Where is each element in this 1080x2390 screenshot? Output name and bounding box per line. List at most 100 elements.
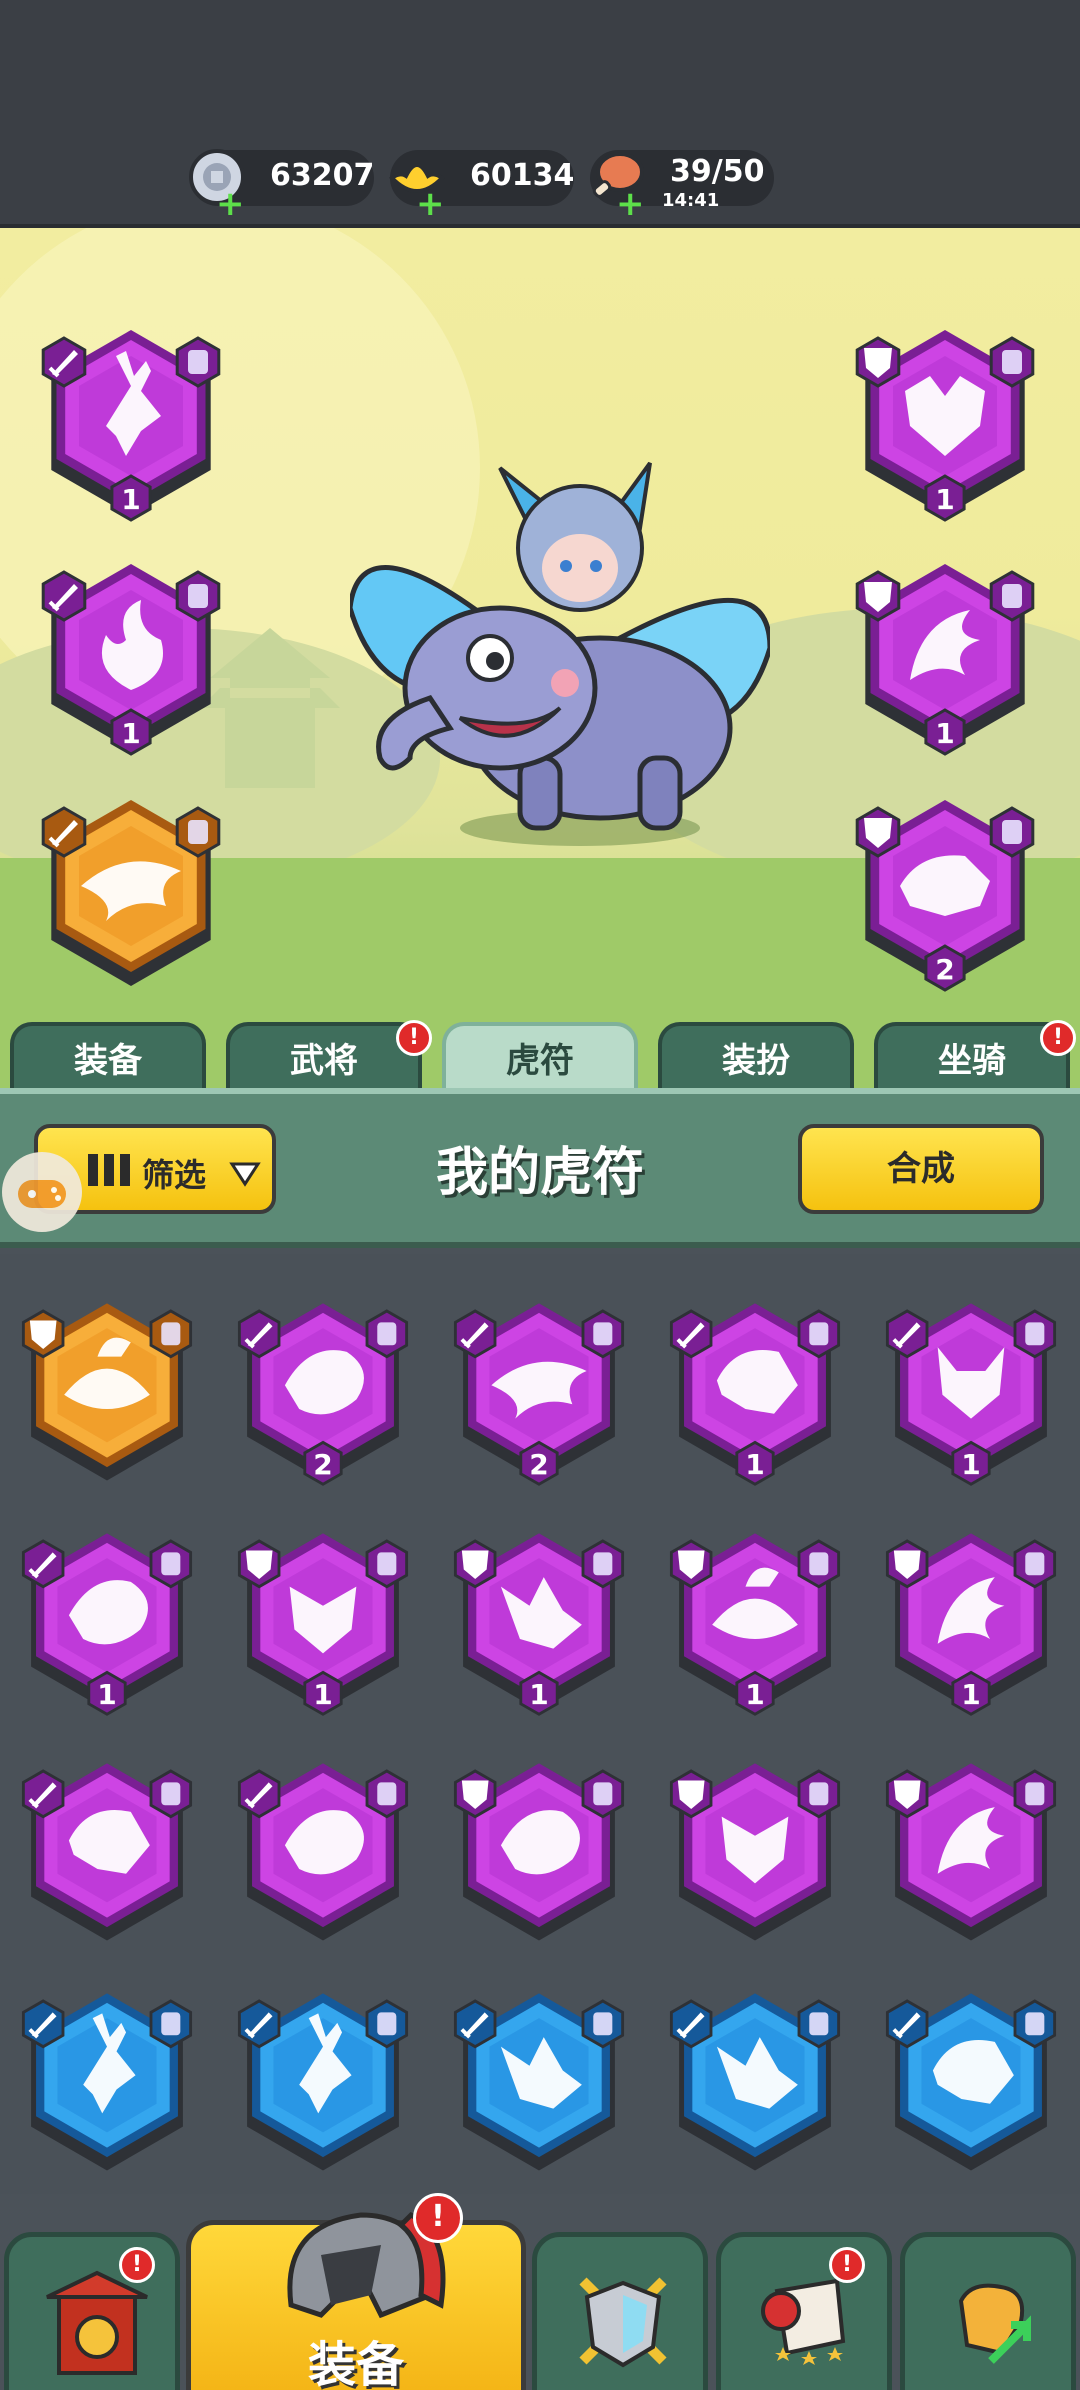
tally-item[interactable]: 1	[444, 1520, 634, 1720]
tally-inventory-grid: 2 2 1 1 1 1 1 1 1	[0, 1254, 1080, 2194]
tally-item[interactable]	[444, 1750, 634, 1950]
hero-on-mount-icon[interactable]	[350, 458, 770, 858]
stamina-value: 39/50	[670, 154, 765, 189]
tally-level: 2	[935, 953, 955, 986]
shield-icon	[453, 1539, 497, 1589]
tally-badge-whale-icon	[41, 800, 221, 986]
element-gem-icon	[1013, 1999, 1057, 2049]
tally-level: 2	[313, 1448, 333, 1481]
sword-icon	[453, 1999, 497, 2049]
tally-level: 1	[121, 483, 141, 516]
tally-item[interactable]	[876, 1750, 1066, 1950]
element-gem-icon	[365, 1999, 409, 2049]
tally-item[interactable]: 1	[12, 1520, 202, 1720]
tally-item[interactable]	[876, 1980, 1066, 2180]
tab-equipment[interactable]: 装备	[10, 1022, 206, 1094]
silver-value: 63207	[270, 158, 375, 193]
tally-item[interactable]	[228, 1750, 418, 1950]
nav-shop[interactable]: !	[4, 2232, 180, 2390]
sword-icon	[21, 1769, 65, 1819]
element-gem-icon	[1013, 1309, 1057, 1359]
tally-level: 1	[121, 717, 141, 750]
tally-item[interactable]: 1	[876, 1520, 1066, 1720]
compose-button[interactable]: 合成	[798, 1124, 1044, 1214]
tally-badge-phoenix-icon	[885, 1763, 1057, 1941]
sword-icon	[41, 336, 87, 388]
sword-icon	[21, 1999, 65, 2049]
tab-costume[interactable]: 装扮	[658, 1022, 854, 1094]
stamina-counter[interactable]: + 39/50 14:41	[590, 150, 774, 221]
notification-badge: !	[413, 2193, 463, 2243]
sword-icon	[885, 1309, 929, 1359]
sword-icon	[21, 1539, 65, 1589]
tab-label: 装扮	[722, 1041, 790, 1081]
tally-level: 1	[745, 1678, 765, 1711]
tally-item[interactable]: 1	[660, 1520, 850, 1720]
tally-badge-tiger-icon	[885, 1993, 1057, 2171]
nav-upgrade[interactable]	[900, 2232, 1076, 2390]
tally-level: 1	[935, 483, 955, 516]
tally-level: 1	[745, 1448, 765, 1481]
element-gem-icon	[1013, 1769, 1057, 1819]
tab-tiger-tally[interactable]: 虎符	[442, 1022, 638, 1094]
tally-item[interactable]: 2	[228, 1290, 418, 1490]
tally-item[interactable]	[12, 1290, 202, 1490]
tally-item[interactable]	[12, 1750, 202, 1950]
hero-stage: 11112 攻击 10653 生命 29025	[0, 228, 1080, 1088]
tally-level: 1	[935, 717, 955, 750]
element-gem-icon	[581, 1999, 625, 2049]
nav-equipment[interactable]: ! 装备	[186, 2193, 526, 2390]
add-stamina-icon[interactable]: +	[616, 187, 645, 221]
tab-label: 坐骑	[938, 1041, 1006, 1081]
tally-item[interactable]	[12, 1980, 202, 2180]
sword-icon	[669, 1999, 713, 2049]
tally-badge-mask-icon	[669, 1763, 841, 1941]
sword-icon	[41, 570, 87, 622]
tally-item[interactable]: 1	[228, 1520, 418, 1720]
notification-badge: !	[829, 2247, 865, 2283]
sword-icon	[237, 1999, 281, 2049]
equipped-tally-slot-right-3[interactable]: 2	[850, 786, 1040, 996]
tally-item[interactable]	[228, 1980, 418, 2180]
notification-badge: !	[1040, 1020, 1076, 1056]
tally-item[interactable]	[660, 1980, 850, 2180]
floating-gamepad-button[interactable]	[2, 1152, 82, 1232]
tally-item[interactable]	[660, 1750, 850, 1950]
notification-badge: !	[119, 2247, 155, 2283]
element-gem-icon	[581, 1769, 625, 1819]
shop-gate-icon	[46, 2270, 148, 2375]
tally-item[interactable]: 1	[660, 1290, 850, 1490]
equipped-tally-slot-right-2[interactable]: 1	[850, 550, 1040, 760]
element-gem-icon	[175, 336, 221, 388]
tab-label: 装备	[74, 1041, 142, 1081]
all-filter-icon	[88, 1154, 130, 1186]
tab-mount[interactable]: 坐骑 !	[874, 1020, 1076, 1094]
equipped-tally-slot-right-1[interactable]: 1	[850, 316, 1040, 526]
sword-icon	[885, 1999, 929, 2049]
element-gem-icon	[989, 570, 1035, 622]
element-gem-icon	[365, 1309, 409, 1359]
add-silver-icon[interactable]: +	[216, 187, 245, 221]
tab-generals[interactable]: 武将 !	[226, 1020, 432, 1094]
equipped-tally-slot-left-3[interactable]	[36, 786, 226, 996]
gold-value: 60134	[470, 158, 575, 193]
page-title: 我的虎符	[435, 1143, 644, 1203]
add-gold-icon[interactable]: +	[416, 187, 445, 221]
equipped-tally-slot-left-2[interactable]: 1	[36, 550, 226, 760]
gold-ingot-counter[interactable]: + 60134	[388, 150, 575, 221]
element-gem-icon	[797, 1999, 841, 2049]
equipped-tally-slot-left-1[interactable]: 1	[36, 316, 226, 526]
nav-rewards[interactable]: !	[716, 2232, 892, 2390]
element-gem-icon	[989, 336, 1035, 388]
tally-item[interactable]: 2	[444, 1290, 634, 1490]
tab-label: 武将	[290, 1041, 358, 1081]
tally-item[interactable]	[444, 1980, 634, 2180]
tally-item[interactable]: 1	[876, 1290, 1066, 1490]
shield-icon	[237, 1539, 281, 1589]
shield-swords-icon	[579, 2277, 667, 2368]
element-gem-icon	[365, 1769, 409, 1819]
nav-battle[interactable]	[532, 2232, 708, 2390]
resource-bar: + 63207 + 60134 + 39/50 14:41	[0, 0, 1080, 228]
chevron-down-icon	[229, 1162, 261, 1187]
silver-coin-counter[interactable]: + 63207	[189, 149, 375, 221]
